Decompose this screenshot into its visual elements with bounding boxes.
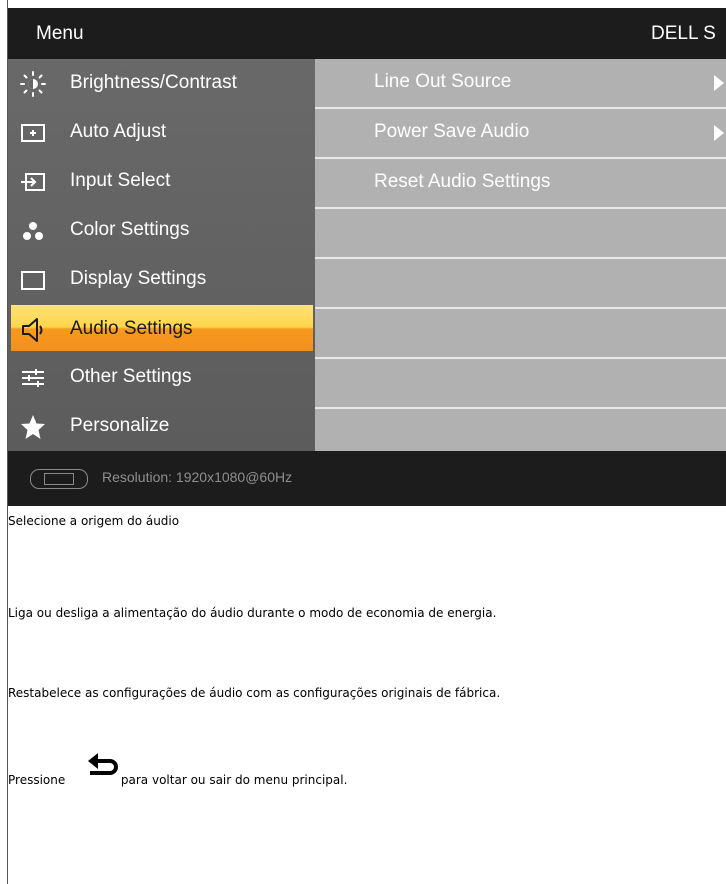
menu-item-auto-adjust[interactable]: Auto Adjust: [8, 108, 315, 157]
menu-item-brightness-contrast[interactable]: Brightness/Contrast: [8, 59, 315, 108]
power-save-description: Liga ou desliga a alimentação do áudio d…: [8, 606, 497, 620]
color-settings-icon: [23, 222, 43, 240]
menu-item-label: Personalize: [70, 415, 170, 436]
osd-footer: Resolution: 1920x1080@60Hz: [8, 451, 726, 506]
submenu-label: Line Out Source: [374, 71, 512, 92]
menu-item-input-select[interactable]: Input Select: [8, 157, 315, 206]
submenu-power-save-audio[interactable]: Power Save Audio: [315, 109, 726, 159]
back-instruction: Pressione para voltar ou sair do menu pr…: [8, 773, 347, 787]
monitor-osd-menu: Menu DELL S Brightness/Contrast Auto Adj…: [8, 8, 726, 506]
resolution-readout: Resolution: 1920x1080@60Hz: [102, 469, 293, 485]
input-select-icon: [21, 173, 45, 191]
menu-item-label: Color Settings: [70, 219, 190, 240]
osd-header: Menu DELL S: [8, 8, 726, 59]
menu-item-label: Brightness/Contrast: [70, 72, 237, 93]
back-instruction-suffix: para voltar ou sair do menu principal.: [120, 773, 348, 787]
sliders-icon: [22, 369, 44, 387]
back-arrow-icon: [88, 753, 118, 775]
menu-item-personalize[interactable]: Personalize: [8, 402, 315, 451]
submenu-empty-row: [315, 309, 726, 359]
osd-title: Menu: [36, 23, 84, 44]
vga-connector-icon: [30, 469, 88, 489]
menu-item-label: Other Settings: [70, 366, 192, 387]
submenu-empty-row: [315, 209, 726, 259]
menu-item-label: Display Settings: [70, 268, 207, 289]
auto-adjust-icon: [21, 124, 45, 142]
brightness-icon: [20, 71, 46, 97]
menu-item-label: Audio Settings: [70, 318, 193, 339]
menu-item-display-settings[interactable]: Display Settings: [8, 255, 315, 304]
speaker-icon: [22, 318, 43, 342]
menu-item-label: Input Select: [70, 170, 171, 191]
line-out-description: Selecione a origem do áudio: [8, 514, 180, 528]
menu-item-color-settings[interactable]: Color Settings: [8, 206, 315, 255]
submenu-label: Reset Audio Settings: [374, 171, 551, 192]
menu-item-audio-settings[interactable]: Audio Settings: [11, 305, 313, 351]
menu-item-label: Auto Adjust: [70, 121, 167, 142]
submenu-line-out-source[interactable]: Line Out Source: [315, 59, 726, 109]
submenu-empty-row: [315, 359, 726, 409]
osd-submenu: Line Out Source Power Save Audio Reset A…: [315, 59, 726, 451]
display-settings-icon: [21, 271, 45, 290]
reset-description: Restabelece as configurações de áudio co…: [8, 686, 501, 700]
menu-item-other-settings[interactable]: Other Settings: [8, 353, 315, 402]
submenu-empty-row: [315, 259, 726, 309]
submenu-label: Power Save Audio: [374, 121, 530, 142]
star-icon: [21, 415, 45, 439]
osd-brand: DELL S: [651, 23, 716, 44]
back-instruction-prefix: Pressione: [8, 773, 66, 787]
arrow-right-icon: [714, 125, 724, 141]
osd-main-menu: Brightness/Contrast Auto Adjust Input Se…: [8, 59, 315, 451]
arrow-right-icon: [714, 75, 724, 91]
submenu-reset-audio-settings[interactable]: Reset Audio Settings: [315, 159, 726, 209]
